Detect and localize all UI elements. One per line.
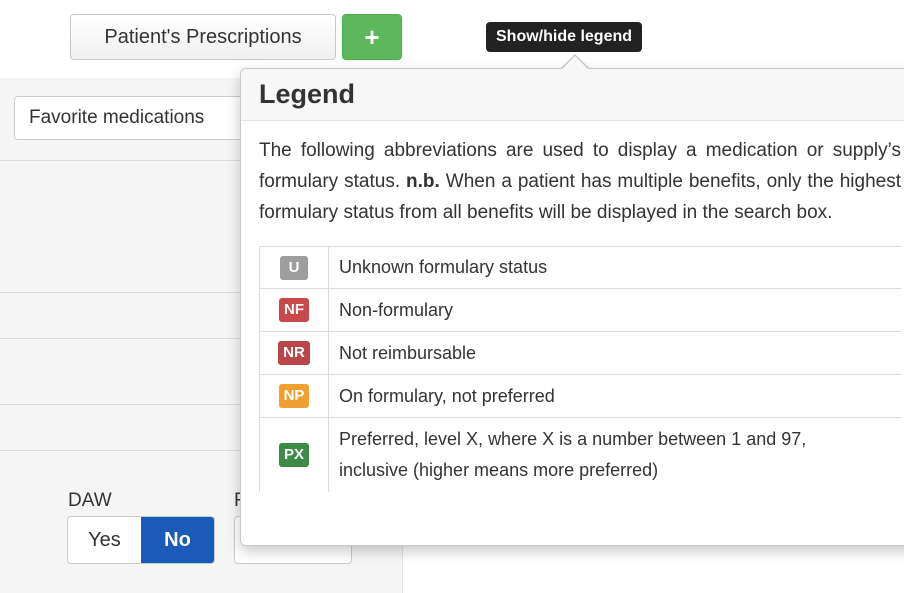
legend-code-cell: NP bbox=[259, 374, 329, 418]
legend-description-cell: On formulary, not preferred bbox=[328, 374, 901, 418]
legend-description: The following abbreviations are used to … bbox=[259, 140, 902, 223]
patient-prescriptions-button[interactable]: Patient's Prescriptions bbox=[70, 14, 336, 60]
legend-description-cell: Not reimbursable bbox=[328, 331, 901, 375]
legend-code-cell: PX bbox=[259, 417, 329, 492]
daw-no-option[interactable]: No bbox=[141, 517, 214, 563]
status-badge: NR bbox=[278, 341, 310, 365]
legend-description-cell: Unknown formulary status bbox=[328, 246, 901, 289]
status-badge: U bbox=[280, 255, 308, 280]
popover-arrow-inner bbox=[561, 56, 589, 70]
favorite-medications-select[interactable]: Favorite medications bbox=[14, 96, 254, 140]
legend-row: PX Preferred, level X, where X is a numbe… bbox=[259, 417, 901, 492]
legend-tooltip: Show/hide legend bbox=[486, 22, 643, 52]
legend-code-cell: U bbox=[259, 246, 329, 289]
legend-row: NF Non-formulary bbox=[259, 288, 901, 332]
legend-description-cell: Non-formulary bbox=[328, 288, 901, 332]
legend-row: NP On formulary, not preferred bbox=[259, 374, 901, 418]
daw-label: DAW bbox=[68, 490, 112, 511]
add-button[interactable]: + bbox=[342, 14, 402, 60]
status-badge: NF bbox=[279, 298, 309, 322]
legend-row: U Unknown formulary status bbox=[259, 246, 901, 289]
legend-code-cell: NF bbox=[259, 288, 329, 332]
daw-yes-option[interactable]: Yes bbox=[68, 517, 141, 563]
legend-row: NR Not reimbursable bbox=[259, 331, 901, 375]
legend-table: U Unknown formulary status NF Non-formulary… bbox=[259, 246, 901, 492]
daw-toggle[interactable]: Yes No bbox=[67, 516, 215, 564]
legend-code-cell: NR bbox=[259, 331, 329, 375]
legend-popover: Legend The following abbreviations are u… bbox=[240, 68, 904, 546]
status-badge: NP bbox=[278, 384, 310, 408]
status-badge: PX bbox=[278, 442, 309, 467]
plus-icon: + bbox=[364, 21, 380, 52]
legend-description-cell: Preferred, level X, where X is a number … bbox=[328, 417, 901, 492]
legend-title: Legend bbox=[241, 69, 904, 121]
